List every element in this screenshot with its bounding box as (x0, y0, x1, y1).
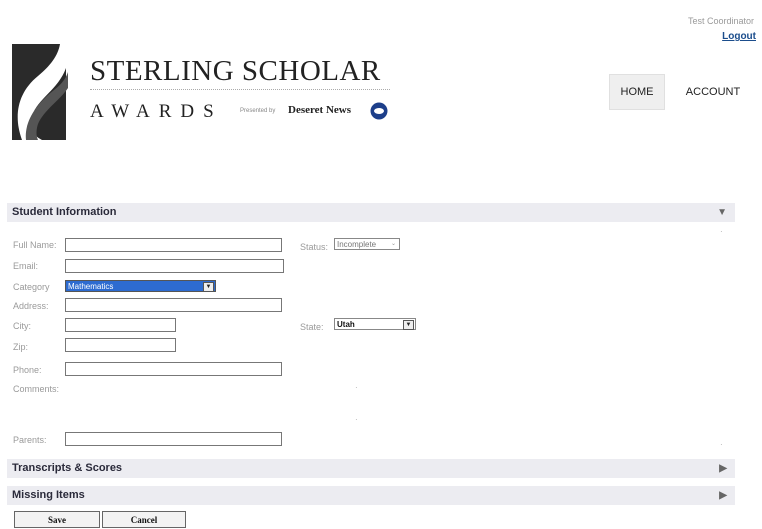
full-name-label: Full Name: (13, 240, 57, 250)
email-input[interactable] (65, 259, 284, 273)
chevron-down-icon: ⌄ (390, 241, 397, 247)
address-label: Address: (13, 301, 49, 311)
category-label: Category (13, 282, 50, 292)
section-title: Transcripts & Scores (12, 462, 123, 474)
status-label: Status: (300, 242, 329, 252)
chevron-down-icon: ▼ (203, 282, 214, 292)
section-student-information[interactable]: Student Information ▼ (7, 203, 735, 222)
state-value: Utah (337, 319, 355, 329)
phone-label: Phone: (13, 365, 42, 375)
collapse-down-icon[interactable]: ▼ (717, 203, 727, 222)
user-role: Test Coordinator (687, 16, 754, 26)
chevron-down-icon: ▼ (403, 320, 414, 330)
scroll-marker-icon: · (720, 440, 723, 449)
section-missing-items[interactable]: Missing Items ▶ (7, 486, 735, 505)
status-value: Incomplete (337, 239, 377, 249)
category-select[interactable]: Mathematics ▼ (65, 280, 216, 292)
city-input[interactable] (65, 318, 176, 332)
phone-input[interactable] (65, 362, 282, 376)
nav-account-button[interactable]: ACCOUNT (680, 74, 746, 110)
resize-marker-icon: · (355, 383, 358, 392)
logout-link[interactable]: Logout (722, 31, 756, 42)
nav-home-button[interactable]: HOME (609, 74, 665, 110)
expand-right-icon[interactable]: ▶ (719, 459, 727, 478)
cancel-button[interactable]: Cancel (102, 511, 186, 528)
full-name-input[interactable] (65, 238, 282, 252)
section-title: Missing Items (12, 489, 85, 501)
presented-by: Presented by (240, 108, 276, 114)
zip-label: Zip: (13, 342, 29, 352)
resize-marker-icon: · (355, 415, 358, 424)
parents-input[interactable] (65, 432, 282, 446)
comments-label: Comments: (13, 384, 60, 394)
category-value: Mathematics (68, 281, 114, 291)
parents-label: Parents: (13, 435, 47, 445)
address-input[interactable] (65, 298, 282, 312)
save-button[interactable]: Save (14, 511, 100, 528)
state-label: State: (300, 322, 324, 332)
email-label: Email: (13, 261, 39, 271)
state-select[interactable]: Utah ▼ (334, 318, 416, 330)
scroll-marker-icon: · (720, 227, 723, 236)
section-transcripts-scores[interactable]: Transcripts & Scores ▶ (7, 459, 735, 478)
brand-title: STERLING SCHOLAR (90, 55, 381, 87)
deseret-news-logo: Deseret News (288, 104, 352, 116)
status-select[interactable]: Incomplete ⌄ (334, 238, 400, 250)
section-title: Student Information (12, 206, 117, 218)
ksl-logo-icon (370, 102, 388, 120)
brand-subtitle: AWARDS (90, 101, 223, 122)
zip-input[interactable] (65, 338, 176, 352)
brand-divider (90, 89, 390, 90)
sterling-scholar-logo-icon (8, 38, 71, 146)
expand-right-icon[interactable]: ▶ (719, 486, 727, 505)
city-label: City: (13, 321, 31, 331)
